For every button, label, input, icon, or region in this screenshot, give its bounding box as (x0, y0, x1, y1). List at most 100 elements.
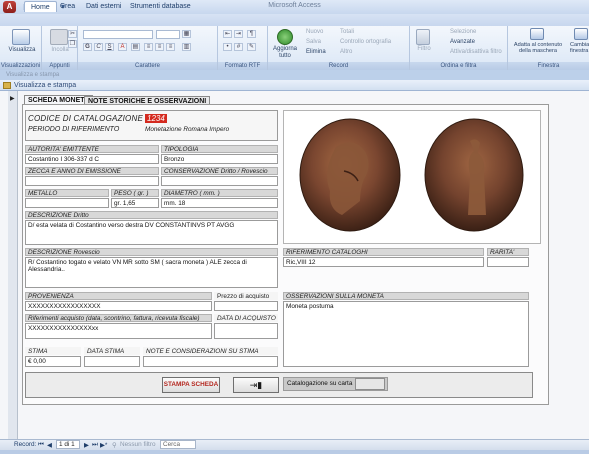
provenienza-field[interactable]: XXXXXXXXXXXXXXXXX (25, 301, 212, 311)
totals-button[interactable]: Totali (340, 29, 354, 36)
save-record-button[interactable]: Salva (306, 39, 321, 46)
document-tab[interactable]: Visualizza e stampa (0, 80, 589, 91)
more-records-button[interactable]: Altro (340, 49, 352, 56)
dritto-field[interactable]: D/ esta velata di Costantino verso destr… (25, 220, 278, 245)
conservazione-field[interactable] (161, 176, 278, 186)
switch-window-button[interactable]: Cambia finestra (570, 42, 589, 54)
view-button[interactable]: Visualizza (4, 47, 40, 54)
alternate-fill-icon[interactable]: ▥ (182, 43, 191, 51)
switch-window-icon[interactable] (574, 28, 588, 40)
peso-field[interactable]: gr. 1,65 (111, 198, 159, 208)
new-record-button[interactable]: Nuovo (306, 29, 323, 36)
data-acquisto-field[interactable] (214, 323, 278, 339)
cataloghi-field[interactable]: Ric,VIII 12 (283, 257, 484, 267)
previous-record-icon[interactable]: ◀ (47, 441, 52, 449)
cut-icon[interactable]: ✂ (68, 30, 77, 38)
tab-strumenti-database[interactable]: Strumenti database (124, 1, 197, 12)
paste-button[interactable]: Incolla (44, 47, 76, 54)
period-value[interactable]: Monetazione Romana Impero (145, 126, 229, 133)
italic-button[interactable]: C (94, 43, 103, 51)
stima-field[interactable]: € 0,00 (25, 356, 81, 367)
riferimenti-field[interactable]: XXXXXXXXXXXXXXXxx (25, 323, 212, 339)
diametro-field[interactable]: mm. 18 (161, 198, 278, 208)
prezzo-field[interactable] (214, 301, 278, 311)
print-button[interactable]: STAMPA SCHEDA (162, 377, 220, 393)
rarita-field[interactable] (487, 257, 529, 267)
diametro-label: DIAMETRO ( mm. ) (161, 189, 278, 197)
filter-button[interactable]: Filtro (412, 46, 436, 53)
align-center-icon[interactable]: ≡ (155, 43, 164, 51)
autorita-field[interactable]: Costantino I 306-337 d C (25, 154, 159, 164)
group-label-clipboard: Appunti (42, 62, 77, 70)
group-label-font: Carattere (78, 62, 217, 70)
record-position[interactable]: 1 di 1 (56, 440, 80, 449)
selection-button[interactable]: Selezione (450, 29, 476, 36)
exit-button[interactable]: ⇥▮ (233, 377, 279, 393)
gridlines-icon[interactable]: ▦ (182, 30, 191, 38)
tab-dati-esterni[interactable]: Dati esterni (80, 1, 127, 12)
tab-crea[interactable]: Crea (54, 1, 81, 12)
search-input[interactable]: Cerca (160, 440, 196, 449)
period-label: PERIODO DI RIFERIMENTO (28, 126, 120, 133)
bullets-icon[interactable]: • (223, 43, 232, 51)
indent-decrease-icon[interactable]: ⇤ (223, 30, 232, 38)
fit-form-button[interactable]: Adatta al contenuto della maschera (510, 42, 566, 54)
background-window-label: Visualizza e stampa (6, 72, 60, 78)
rtl-icon[interactable]: ¶ (247, 30, 256, 38)
filter-status[interactable]: Nessun filtro (120, 441, 156, 448)
group-clipboard: Incolla ✂ ❐ Appunti (42, 26, 78, 70)
first-record-icon[interactable]: ⏮ (38, 441, 44, 449)
font-name-select[interactable] (83, 30, 153, 39)
data-stima-field[interactable] (84, 356, 140, 367)
copy-icon[interactable]: ❐ (68, 40, 77, 48)
align-left-icon[interactable]: ≡ (144, 43, 153, 51)
data-stima-label: DATA STIMA (84, 347, 140, 355)
rovescio-field[interactable]: R/ Costantino togato e velato VN MR sott… (25, 257, 278, 288)
spelling-button[interactable]: Controllo ortografia (340, 39, 391, 46)
refresh-all-button[interactable]: Aggiorna tutto (268, 46, 302, 60)
filter-status-icon: ⚲ (112, 442, 117, 449)
align-right-icon[interactable]: ≡ (166, 43, 175, 51)
highlight-icon[interactable]: ✎ (247, 43, 256, 51)
refresh-icon[interactable] (277, 29, 293, 45)
zecca-label: ZECCA E ANNO DI EMISSIONE (25, 167, 159, 175)
metallo-field[interactable] (25, 198, 109, 208)
data-acquisto-label: DATA DI ACQUISTO (214, 314, 278, 322)
advanced-button[interactable]: Avanzate (450, 39, 475, 46)
toggle-filter-button[interactable]: Attiva/disattiva filtro (450, 49, 502, 56)
record-label: Record: (14, 441, 37, 448)
indent-increase-icon[interactable]: ⇥ (234, 30, 243, 38)
numbering-icon[interactable]: # (234, 43, 243, 51)
note-stima-field[interactable] (143, 356, 278, 367)
paste-icon[interactable] (50, 29, 68, 45)
delete-record-button[interactable]: Elimina (306, 49, 326, 56)
document-tab-label: Visualizza e stampa (14, 82, 77, 89)
group-window: Adatta al contenuto della maschera Cambi… (508, 26, 589, 70)
code-value[interactable]: 1234 (145, 114, 167, 123)
print-checkbox[interactable] (355, 378, 385, 390)
group-label-rich-text: Formato RTF (218, 62, 267, 70)
new-record-icon[interactable]: ▶* (100, 441, 107, 449)
group-label-window: Finestra (508, 62, 589, 70)
zecca-field[interactable] (25, 176, 159, 186)
font-size-select[interactable] (156, 30, 180, 39)
tipologia-field[interactable]: Bronzo (161, 154, 278, 164)
fit-form-icon[interactable] (530, 28, 544, 40)
exit-door-icon: ⇥▮ (249, 380, 263, 390)
next-record-icon[interactable]: ▶ (84, 441, 89, 449)
font-color-button[interactable]: A (118, 43, 127, 51)
fill-color-icon[interactable]: ▤ (131, 43, 140, 51)
bold-button[interactable]: G (83, 43, 92, 51)
ribbon-tabs (0, 14, 589, 26)
view-icon[interactable] (12, 29, 30, 45)
office-button[interactable]: A (3, 1, 16, 13)
cataloghi-label: RIFERIMENTO CATALOGHI (283, 248, 484, 256)
osservazioni-field[interactable]: Moneta postuma (283, 301, 529, 367)
underline-button[interactable]: S (105, 43, 114, 51)
tab-home[interactable]: Home (24, 1, 57, 12)
record-selector[interactable]: ▶ (8, 91, 18, 439)
filter-icon[interactable] (416, 29, 430, 45)
last-record-icon[interactable]: ⏭ (92, 441, 98, 449)
prezzo-label: Prezzo di acquisto (214, 292, 278, 300)
metallo-label: METALLO (25, 189, 109, 197)
